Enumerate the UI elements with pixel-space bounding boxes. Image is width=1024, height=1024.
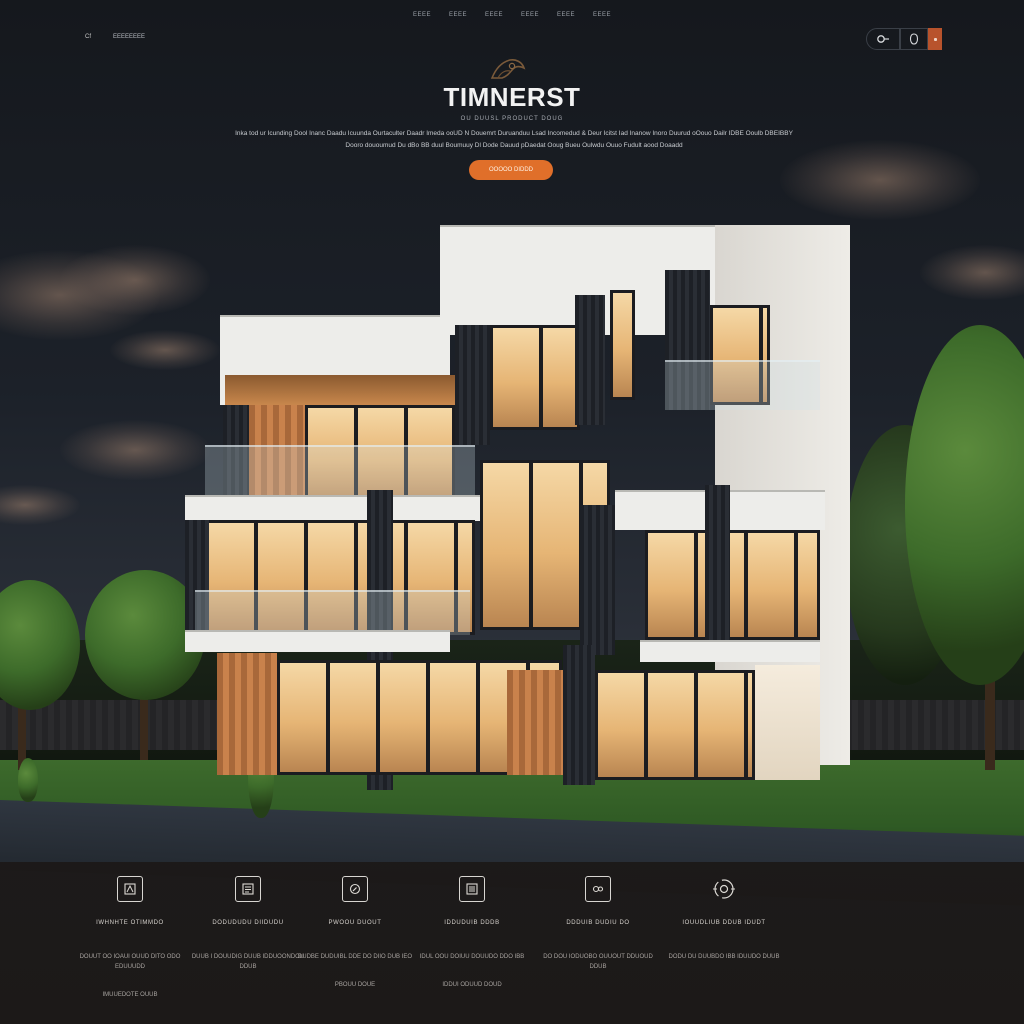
feature-card[interactable]: IWHNHTE OTIMMDO DOUUT OO IOAUI OUUD DITO… (70, 876, 190, 998)
feature-card[interactable]: DDDUIB DUDIU DO DO DOU IODUOBO OUUOUT DD… (538, 876, 658, 992)
feature-description: IDUL OOU DOIUU DOUUDO DDO IBB (419, 954, 525, 960)
nav-item[interactable]: EEEE (589, 12, 615, 18)
document-icon (235, 876, 261, 902)
feature-description: DODU DU DUUBDO IBB IDUUDO DUUB (668, 954, 780, 960)
target-icon (711, 876, 737, 902)
logo-icon (490, 59, 526, 79)
secondary-links: Cf EEEEEEEE (85, 34, 145, 40)
hero-title: TIMNERST (443, 82, 581, 112)
glass-railing (195, 590, 470, 635)
account-button[interactable] (900, 28, 928, 50)
dark-column (580, 505, 615, 655)
feature-title: PWOOU DUOUT (328, 920, 382, 926)
gallery-icon (585, 876, 611, 902)
menu-button[interactable] (928, 28, 942, 50)
header-actions (866, 28, 942, 50)
feature-title: IOUUDLIUB DDUB IDUDT (682, 920, 766, 926)
dark-column (455, 325, 490, 445)
wood-panel (217, 653, 277, 775)
window (610, 290, 635, 400)
user-icon (909, 33, 919, 45)
feature-description: DUUB I DOUUDIG DUUB IDDUOONDOU DDUB (191, 954, 305, 970)
floor-slab (185, 630, 450, 652)
wood-panel (507, 670, 567, 775)
secondary-link[interactable]: Cf (85, 34, 91, 40)
feature-card[interactable]: PWOOU DUOUT DUDBE DUDUIBL DDE DO DIIO DU… (295, 876, 415, 988)
feature-link[interactable]: IDDUI ODUUD DOUD (412, 982, 532, 988)
feature-link[interactable]: IMUUEDOTE OUUB (70, 992, 190, 998)
features-strip: IWHNHTE OTIMMDO DOUUT OO IOAUI OUUD DITO… (0, 862, 1024, 1024)
glass-railing (205, 445, 475, 500)
feature-description: DO DOU IODUOBO OUUOUT DDUOUD DDUB (543, 954, 653, 970)
floor-slab (185, 495, 485, 521)
dark-column (575, 295, 605, 425)
menu-icon (933, 37, 937, 41)
nav-item[interactable]: EEEE (481, 12, 507, 18)
cypress-shrub (18, 758, 38, 802)
window-icon (117, 876, 143, 902)
top-nav: EEEE EEEE EEEE EEEE EEEE EEEE (0, 12, 1024, 18)
feature-card[interactable]: DODUDUDU DIIDUDU DUUB I DOUUDIG DUUB IDD… (188, 876, 308, 992)
nav-item[interactable]: EEEE (517, 12, 543, 18)
dark-column (705, 485, 730, 660)
hero-description: Inka tod ur Icunding Dool Inanc Daadu Ic… (235, 130, 793, 149)
nav-item[interactable]: EEEE (445, 12, 471, 18)
cta-button[interactable]: OOOOO DIDDD (469, 160, 553, 180)
wood-soffit (225, 375, 465, 405)
list-icon (459, 876, 485, 902)
feature-title: DDDUIB DUDIU DO (566, 920, 630, 926)
window (595, 670, 755, 780)
hero-subtitle: OU DUUSL PRODUCT DOUG (460, 116, 564, 122)
window (645, 530, 820, 640)
modern-house (185, 205, 850, 795)
feature-card[interactable]: IOUUDLIUB DDUB IDUDT DODU DU DUUBDO IBB … (664, 876, 784, 982)
window (490, 325, 580, 430)
feature-description: DUDBE DUDUIBL DDE DO DIIO DUB IEO (297, 954, 413, 960)
secondary-link[interactable]: EEEEEEEE (113, 34, 145, 40)
nav-item[interactable]: EEEE (553, 12, 579, 18)
dark-column (563, 645, 595, 785)
floor-slab (640, 640, 820, 662)
feature-title: IDDUDUIB DDDB (444, 920, 500, 926)
lit-wall (755, 665, 820, 780)
feature-title: DODUDUDU DIIDUDU (212, 920, 284, 926)
compass-icon (342, 876, 368, 902)
search-button[interactable] (866, 28, 900, 50)
glass-railing (665, 360, 820, 410)
feature-title: IWHNHTE OTIMMDO (96, 920, 164, 926)
search-icon (877, 35, 889, 43)
feature-description: DOUUT OO IOAUI OUUD DITO ODO EDUUUDD (79, 954, 181, 970)
feature-card[interactable]: IDDUDUIB DDDB IDUL OOU DOIUU DOUUDO DDO … (412, 876, 532, 988)
nav-item[interactable]: EEEE (409, 12, 435, 18)
feature-link[interactable]: PBOUU DOUE (295, 982, 415, 988)
